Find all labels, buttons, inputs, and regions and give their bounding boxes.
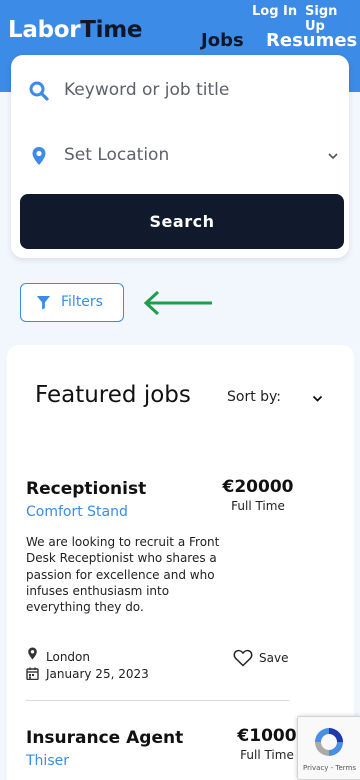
sort-by-label[interactable]: Sort by: — [227, 389, 281, 405]
nav-jobs-link[interactable]: Jobs — [201, 30, 244, 51]
featured-jobs-card: Featured jobs Sort by: Receptionist Comf… — [7, 345, 354, 780]
job-company[interactable]: Comfort Stand — [26, 504, 128, 520]
arrow-left-icon — [143, 290, 212, 316]
job-type: Full Time — [240, 748, 294, 762]
save-label: Save — [259, 651, 289, 665]
job-company[interactable]: Thiser — [26, 753, 69, 769]
job-divider — [26, 700, 289, 701]
job-description: We are looking to recruit a Front Desk R… — [26, 535, 220, 615]
job-title[interactable]: Insurance Agent — [26, 728, 183, 748]
recaptcha-badge[interactable]: Privacy - Terms — [297, 716, 360, 780]
logo[interactable]: LaborTime — [8, 17, 143, 43]
map-marker-icon — [28, 647, 37, 660]
map-pin-icon — [32, 147, 46, 165]
search-icon — [29, 81, 49, 101]
job-date: January 25, 2023 — [46, 667, 149, 681]
search-button[interactable]: Search — [20, 194, 344, 249]
filters-button[interactable]: Filters — [20, 283, 124, 322]
login-link[interactable]: Log In — [252, 4, 297, 19]
location-select[interactable]: Set Location — [29, 136, 339, 176]
save-button[interactable]: Save — [233, 649, 293, 669]
keyword-placeholder: Keyword or job title — [64, 80, 230, 100]
heart-icon — [233, 649, 253, 667]
search-card: Keyword or job title Set Location Search — [11, 55, 349, 258]
logo-time-text: Time — [80, 17, 143, 43]
job-title[interactable]: Receptionist — [26, 479, 146, 499]
keyword-input[interactable]: Keyword or job title — [29, 71, 339, 111]
nav-resumes-link[interactable]: Resumes — [266, 30, 357, 51]
calendar-icon — [26, 667, 39, 680]
recaptcha-terms[interactable]: Privacy - Terms — [298, 764, 360, 772]
featured-jobs-title: Featured jobs — [35, 382, 191, 408]
job-type: Full Time — [231, 499, 285, 513]
job-salary: €1000 — [237, 726, 297, 746]
chevron-down-icon[interactable] — [312, 393, 323, 404]
logo-labor-text: Labor — [8, 17, 81, 43]
filters-label: Filters — [61, 294, 103, 310]
chevron-down-icon — [328, 153, 338, 160]
filter-funnel-icon — [36, 295, 51, 310]
job-salary: €20000 — [222, 477, 294, 497]
recaptcha-icon — [315, 728, 343, 756]
location-placeholder: Set Location — [64, 145, 170, 165]
job-location: London — [46, 650, 90, 664]
